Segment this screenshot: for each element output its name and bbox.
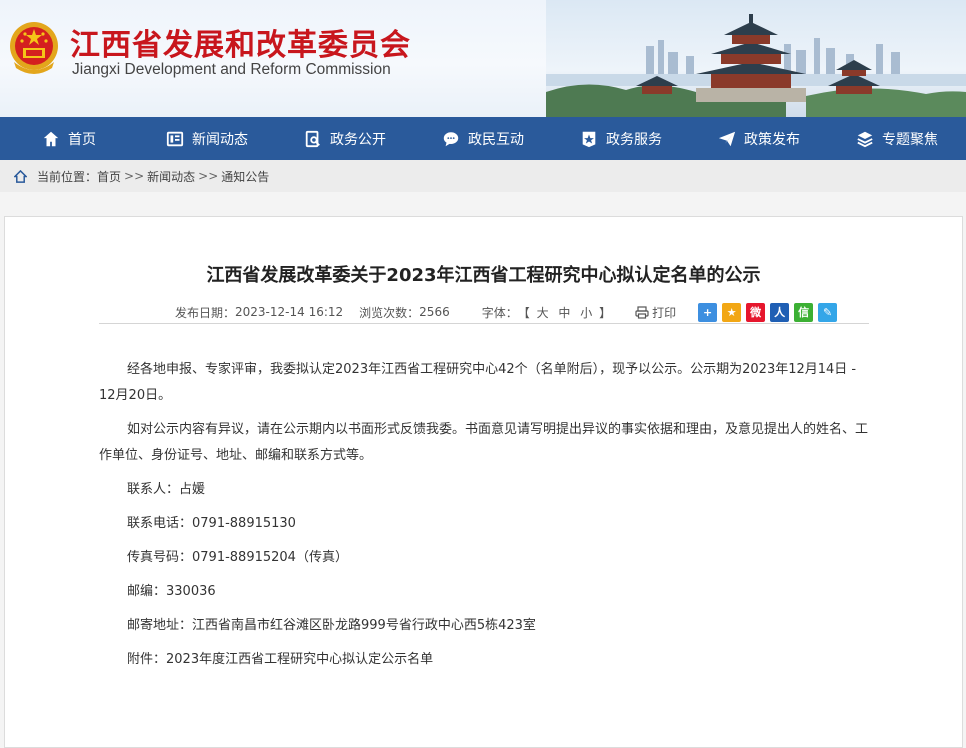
nav-item-topics[interactable]: 专题聚焦 (828, 117, 966, 160)
share-plus-icon[interactable]: + (698, 302, 718, 322)
paragraph: 经各地申报、专家评审，我委拟认定2023年江西省工程研究中心42个（名单附后），… (99, 362, 857, 403)
national-emblem-icon (10, 22, 58, 74)
contact-address: 邮寄地址：江西省南昌市红谷滩区卧龙路999号省行政中心西5栋423室 (127, 618, 536, 633)
nav-item-home[interactable]: 首页 (0, 117, 138, 160)
font-large-button[interactable]: 大 (537, 306, 549, 320)
publish-date: 2023-12-14 16:12 (235, 305, 344, 319)
title-divider (99, 323, 869, 324)
breadcrumb-separator: >> (124, 169, 145, 183)
nav-item-services[interactable]: 政务服务 (552, 117, 690, 160)
chat-icon (443, 131, 459, 146)
layers-icon (857, 131, 873, 147)
publish-date-label: 发布日期： (175, 305, 236, 320)
header-banner: 江西省发展和改革委员会 Jiangxi Development and Refo… (0, 0, 966, 117)
breadcrumb-news-link[interactable]: 新闻动态 (147, 168, 195, 185)
main-nav: 首页 新闻动态 政务公开 政民互动 政务服务 政策发布 专题聚焦 (0, 117, 966, 160)
qzone-star-icon[interactable]: ★ (722, 302, 742, 322)
breadcrumb-separator: >> (198, 169, 219, 183)
nav-item-label: 政策发布 (744, 131, 800, 148)
breadcrumb-home-link[interactable]: 首页 (97, 168, 121, 185)
font-small-button[interactable]: 小 (580, 306, 592, 320)
font-bracket-open: 【 (517, 305, 530, 320)
view-count-label: 浏览次数： (359, 305, 420, 320)
star-badge-icon (582, 131, 596, 147)
nav-item-label: 专题聚焦 (882, 131, 938, 148)
home-icon (43, 131, 59, 146)
nav-item-label: 政民互动 (468, 131, 524, 148)
font-size-switcher: 【 大 中 小 】 (518, 304, 611, 321)
nav-item-policy[interactable]: 政策发布 (690, 117, 828, 160)
nav-item-gov-affairs[interactable]: 政务公开 (276, 117, 414, 160)
nav-item-label: 政务服务 (606, 131, 662, 148)
location-home-icon (14, 169, 27, 183)
paragraph: 如对公示内容有异议，请在公示期内以书面形式反馈我委。书面意见请写明提出异议的事实… (99, 422, 869, 463)
nav-item-label: 新闻动态 (192, 131, 248, 148)
print-button[interactable]: 打印 (635, 304, 676, 321)
printer-icon (635, 305, 649, 319)
contact-fax: 传真号码：0791-88915204（传真） (127, 550, 348, 565)
attachment-line: 附件：2023年度江西省工程研究中心拟认定公示名单 (127, 652, 434, 667)
pavilion-scenery-image (546, 14, 966, 117)
article-body: 经各地申报、专家评审，我委拟认定2023年江西省工程研究中心42个（名单附后），… (99, 357, 869, 681)
contact-person: 联系人：占媛 (127, 482, 206, 497)
print-label: 打印 (652, 305, 677, 320)
site-title-en: Jiangxi Development and Reform Commissio… (72, 61, 391, 78)
view-count: 2566 (419, 305, 450, 319)
site-title-cn: 江西省发展和改革委员会 (70, 28, 411, 63)
share-bar: + ★ 微 人 信 ✎ (698, 302, 838, 322)
breadcrumb-prefix: 当前位置： (37, 169, 98, 184)
article-meta: 发布日期： 2023-12-14 16:12 浏览次数： 2566 字体： 【 … (175, 302, 838, 322)
font-bracket-close: 】 (599, 305, 612, 320)
edit-note-icon[interactable]: ✎ (818, 302, 838, 322)
news-icon (166, 131, 184, 146)
font-size-label: 字体： (481, 305, 518, 320)
renren-icon[interactable]: 人 (770, 302, 790, 322)
weibo-icon[interactable]: 微 (746, 302, 766, 322)
nav-item-label: 首页 (68, 131, 96, 148)
article-title: 江西省发展改革委关于2023年江西省工程研究中心拟认定名单的公示 (206, 265, 761, 286)
contact-phone: 联系电话：0791-88915130 (127, 516, 296, 531)
paper-plane-icon (718, 131, 736, 146)
document-search-icon (305, 130, 320, 147)
wechat-icon[interactable]: 信 (794, 302, 814, 322)
breadcrumb-notice-link[interactable]: 通知公告 (221, 168, 269, 185)
font-medium-button[interactable]: 中 (558, 306, 570, 320)
nav-item-interaction[interactable]: 政民互动 (414, 117, 552, 160)
breadcrumb: 当前位置： 首页 >> 新闻动态 >> 通知公告 (0, 160, 966, 192)
nav-item-label: 政务公开 (330, 131, 386, 148)
nav-item-news[interactable]: 新闻动态 (138, 117, 276, 160)
article-card: 江西省发展改革委关于2023年江西省工程研究中心拟认定名单的公示 发布日期： 2… (4, 216, 963, 748)
contact-postcode: 邮编：330036 (127, 584, 216, 599)
